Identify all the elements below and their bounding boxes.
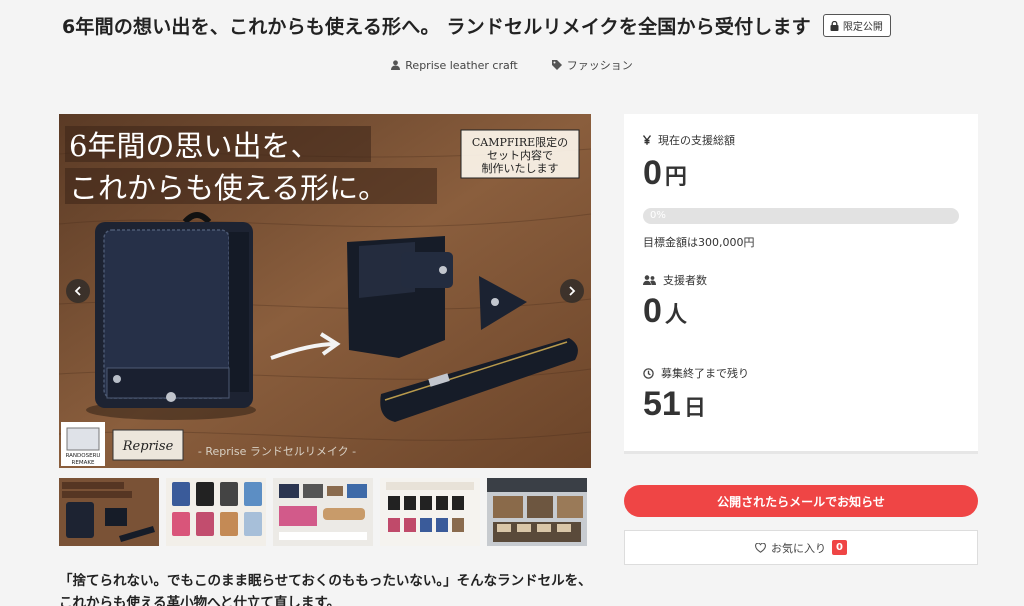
thumbnail-5[interactable] xyxy=(487,478,587,546)
funding-goal: 目標金額は300,000円 xyxy=(643,236,755,249)
hero-campfire-line1: CAMPFIRE限定の xyxy=(472,135,568,149)
project-intro: 「捨てられない。でもこのまま眠らせておくのももったいない。」そんなランドセルを、… xyxy=(59,570,599,606)
prev-image-button[interactable] xyxy=(66,279,90,303)
hero-headline-line2: これからも使える形に。 xyxy=(69,171,387,205)
hero-logo-line2: REMAKE xyxy=(72,460,95,466)
intro-line-2: これからも使える革小物へと仕立て直します。 xyxy=(59,595,341,606)
thumbnail-3[interactable] xyxy=(273,478,373,546)
users-icon xyxy=(643,275,656,285)
category-name: ファッション xyxy=(566,59,633,72)
hero-campfire-line3: 制作いたします xyxy=(482,162,559,175)
randoseru-backpack xyxy=(86,212,256,420)
hero-headline-line1: 6年間の思い出を、 xyxy=(69,129,319,163)
yen-icon xyxy=(643,135,651,145)
favorite-count-badge: 0 xyxy=(832,540,847,555)
lock-icon xyxy=(830,20,839,31)
backers-value: 0 人 xyxy=(643,292,687,330)
category-link[interactable]: ファッション xyxy=(551,57,633,73)
clock-icon xyxy=(643,367,654,379)
chevron-right-icon xyxy=(569,286,576,296)
limited-label: 限定公開 xyxy=(842,22,883,33)
hero-brand: Reprise xyxy=(122,439,174,454)
limited-badge: 限定公開 xyxy=(822,14,891,37)
remaining-value: 51 日 xyxy=(643,385,706,423)
backers-label: 支援者数 xyxy=(643,272,707,288)
hero-logo-line1: RANDOSERU xyxy=(66,453,101,459)
total-funding-label: 現在の支援総額 xyxy=(643,132,735,148)
favorite-label: お気に入り xyxy=(771,541,827,555)
project-meta: Reprise leather craft ファッション xyxy=(0,57,1024,73)
image-thumbnails xyxy=(59,478,591,546)
progress-percent: 0% xyxy=(650,210,666,221)
main-project-image: 6年間の思い出を、 これからも使える形に。 CAMPFIRE限定の セット内容で… xyxy=(59,114,591,468)
owner-name: Reprise leather craft xyxy=(405,58,518,72)
hero-campfire-line2: セット内容で xyxy=(487,148,553,162)
leather-wallet xyxy=(347,236,453,358)
title-row: 6年間の想い出を、これからも使える形へ。 ランドセルリメイクを全国から受付します… xyxy=(62,12,982,39)
user-icon xyxy=(391,60,401,70)
chevron-left-icon xyxy=(74,286,81,296)
thumbnail-4[interactable] xyxy=(380,478,480,546)
owner-link[interactable]: Reprise leather craft xyxy=(391,57,518,73)
total-funding-value: 0 円 xyxy=(643,154,687,192)
remaining-label: 募集終了まで残り xyxy=(643,365,749,381)
project-title: 6年間の想い出を、これからも使える形へ。 ランドセルリメイクを全国から受付します xyxy=(62,16,811,38)
project-header: 6年間の想い出を、これからも使える形へ。 ランドセルリメイクを全国から受付します… xyxy=(0,0,1024,98)
intro-line-1: 「捨てられない。でもこのまま眠らせておくのももったいない。」そんなランドセルを、 xyxy=(59,573,592,589)
favorite-button[interactable]: お気に入り 0 xyxy=(624,530,978,565)
funding-stats-card: 現在の支援総額 0 円 0% 目標金額は300,000円 支援者数 0 人 募集… xyxy=(624,114,978,454)
heart-icon xyxy=(755,542,766,553)
tag-icon xyxy=(551,60,562,70)
thumbnail-2[interactable] xyxy=(166,478,266,546)
thumbnail-1[interactable] xyxy=(59,478,159,546)
hero-footer: - Reprise ランドセルリメイク - xyxy=(198,445,356,458)
funding-progress-bar: 0% xyxy=(643,208,959,224)
next-image-button[interactable] xyxy=(560,279,584,303)
notify-on-publish-button[interactable]: 公開されたらメールでお知らせ xyxy=(624,485,978,517)
